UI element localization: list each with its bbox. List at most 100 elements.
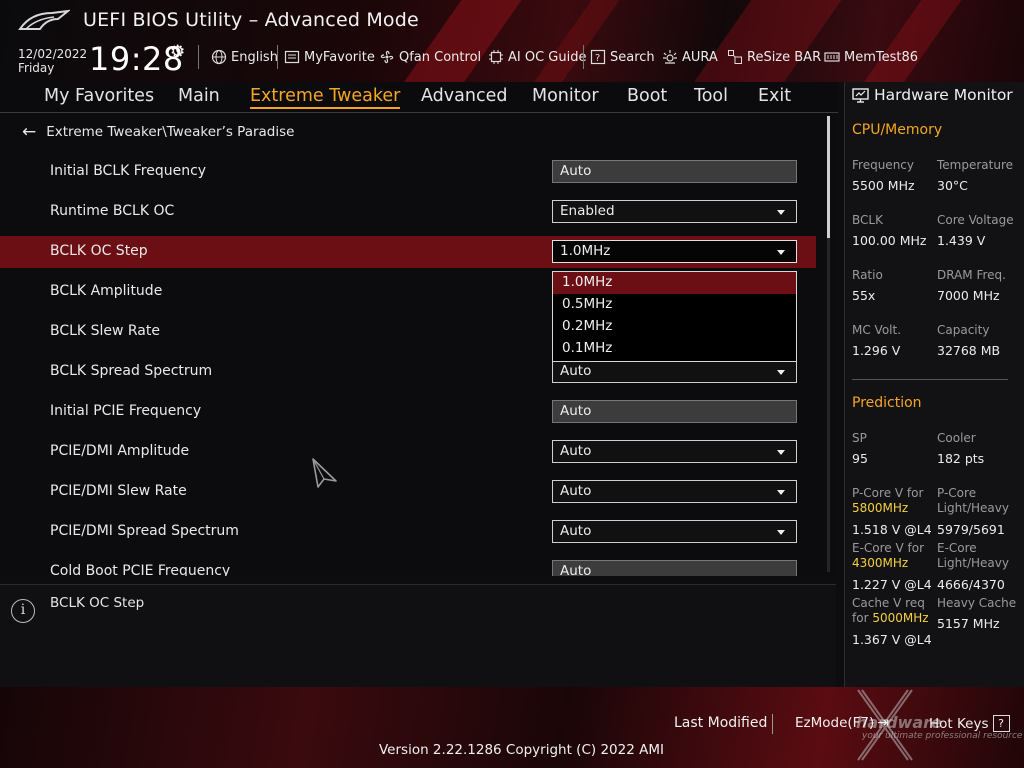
hw-value: 95 xyxy=(852,451,868,466)
resize-bar-label: ReSize BAR xyxy=(747,49,822,65)
memtest86-button[interactable]: MemTest86 xyxy=(824,48,918,66)
hw-value: 1.227 V @L4 xyxy=(852,577,932,592)
setting-dropdown[interactable]: Auto xyxy=(552,360,797,383)
dropdown-option[interactable]: 0.1MHz xyxy=(553,338,796,360)
scrollbar-thumb[interactable] xyxy=(827,116,830,238)
setting-label: BCLK OC Step xyxy=(50,243,148,259)
resize-bar-button[interactable]: ReSize BAR xyxy=(727,48,821,66)
hot-keys-button[interactable]: Hot Keys ? xyxy=(929,715,1010,732)
hw-value: 4666/4370 xyxy=(937,577,1005,592)
hw-label: Ratio xyxy=(852,268,883,282)
globe-icon xyxy=(211,49,227,65)
hardware-monitor-title: Hardware Monitor xyxy=(852,86,1013,104)
chevron-down-icon xyxy=(777,490,785,495)
setting-label: Runtime BCLK OC xyxy=(50,203,175,219)
search-button[interactable]: ? Search xyxy=(590,48,655,66)
myfavorite-button[interactable]: MyFavorite xyxy=(284,48,375,66)
aura-label: AURA xyxy=(682,49,718,65)
version-text: Version 2.22.1286 Copyright (C) 2022 AMI xyxy=(379,742,664,758)
tab-extreme-tweaker[interactable]: Extreme Tweaker xyxy=(250,86,401,109)
chevron-down-icon xyxy=(777,370,785,375)
setting-value-readonly: Auto xyxy=(552,560,797,576)
tab-boot[interactable]: Boot xyxy=(627,86,667,106)
exit-arrow-icon: ⇥ xyxy=(877,715,890,731)
qfan-control-button[interactable]: Qfan Control xyxy=(379,48,481,66)
dropdown-menu: 1.0MHz 0.5MHz 0.2MHz 0.1MHz xyxy=(552,271,797,362)
watermark-subtext: your ultimate professional resource xyxy=(862,731,1023,741)
main-tabs: My Favorites Main Extreme Tweaker Advanc… xyxy=(0,82,838,113)
setting-dropdown[interactable]: Auto xyxy=(552,520,797,543)
chevron-down-icon xyxy=(777,250,785,255)
chevron-down-icon xyxy=(777,210,785,215)
setting-row-bclk-oc-step[interactable]: BCLK OC Step 1.0MHz xyxy=(0,236,816,268)
setting-label: PCIE/DMI Amplitude xyxy=(50,443,190,459)
setting-label: Cold Boot PCIE Frequency xyxy=(50,563,231,576)
hw-label: DRAM Freq. xyxy=(937,268,1006,282)
memtest-icon xyxy=(824,52,840,62)
setting-row-pcie-dmi-slew-rate[interactable]: PCIE/DMI Slew Rate Auto xyxy=(0,476,816,508)
hw-label: E-Core V for 4300MHz xyxy=(852,541,925,570)
hw-value: 30°C xyxy=(937,178,968,193)
hw-label: Temperature xyxy=(937,158,1014,172)
hot-keys-label: Hot Keys xyxy=(929,715,989,732)
language-label: English xyxy=(231,49,278,65)
setting-row-pcie-dmi-spread-spectrum[interactable]: PCIE/DMI Spread Spectrum Auto xyxy=(0,516,816,548)
setting-dropdown[interactable]: Enabled xyxy=(552,200,797,223)
ai-oc-guide-button[interactable]: AI OC Guide xyxy=(488,48,586,66)
hw-label: BCLK xyxy=(852,213,883,227)
last-modified-button[interactable]: Last Modified xyxy=(674,715,767,731)
hw-value: 7000 MHz xyxy=(937,288,1000,303)
hw-value: 182 pts xyxy=(937,451,985,466)
date-text: 12/02/2022 xyxy=(18,47,88,61)
setting-row-initial-bclk-frequency: Initial BCLK Frequency Auto xyxy=(0,156,816,188)
rog-logo-icon xyxy=(18,9,70,30)
hw-value: 5157 MHz xyxy=(937,616,1000,631)
toolbar-divider xyxy=(277,45,278,69)
setting-label: BCLK Amplitude xyxy=(50,283,163,299)
hw-label: Heavy Cache xyxy=(937,596,1017,610)
setting-label: BCLK Spread Spectrum xyxy=(50,363,213,379)
setting-row-cold-boot-pcie-frequency: Cold Boot PCIE Frequency Auto xyxy=(0,556,816,576)
tab-main[interactable]: Main xyxy=(178,86,220,106)
setting-label: BCLK Slew Rate xyxy=(50,323,160,339)
dropdown-option[interactable]: 0.2MHz xyxy=(553,316,796,338)
chevron-down-icon xyxy=(777,450,785,455)
gear-icon[interactable]: ⚙ xyxy=(170,42,185,62)
setting-value-readonly: Auto xyxy=(552,400,797,423)
aura-button[interactable]: AURA xyxy=(662,48,718,66)
search-label: Search xyxy=(610,49,655,65)
setting-dropdown[interactable]: Auto xyxy=(552,480,797,503)
hardware-monitor-label: Hardware Monitor xyxy=(874,86,1013,104)
toolbar-divider xyxy=(198,45,199,69)
dropdown-option[interactable]: 1.0MHz xyxy=(553,272,796,294)
qfan-label: Qfan Control xyxy=(399,49,482,65)
fan-icon xyxy=(380,50,394,64)
tab-exit[interactable]: Exit xyxy=(758,86,791,106)
setting-row-runtime-bclk-oc[interactable]: Runtime BCLK OC Enabled xyxy=(0,196,816,228)
hw-value: 1.518 V @L4 xyxy=(852,522,932,537)
memtest86-label: MemTest86 xyxy=(844,49,919,65)
breadcrumb-text: Extreme Tweaker\Tweaker’s Paradise xyxy=(46,124,295,140)
help-text: BCLK OC Step xyxy=(50,595,145,611)
language-button[interactable]: English xyxy=(211,48,278,66)
setting-row-pcie-dmi-amplitude[interactable]: PCIE/DMI Amplitude Auto xyxy=(0,436,816,468)
breadcrumb: ← Extreme Tweaker\Tweaker’s Paradise xyxy=(22,124,295,141)
ez-mode-label: EzMode(F7) xyxy=(795,715,875,731)
date-display: 12/02/2022 Friday xyxy=(18,47,87,75)
tab-my-favorites[interactable]: My Favorites xyxy=(44,86,154,106)
tab-advanced[interactable]: Advanced xyxy=(421,86,507,106)
cpu-memory-heading: CPU/Memory xyxy=(852,122,943,138)
aura-icon xyxy=(663,50,677,64)
dropdown-option[interactable]: 0.5MHz xyxy=(553,294,796,316)
setting-label: Initial BCLK Frequency xyxy=(50,163,207,179)
tab-monitor[interactable]: Monitor xyxy=(532,86,599,106)
ai-oc-guide-label: AI OC Guide xyxy=(508,49,587,65)
help-key-icon: ? xyxy=(992,715,1010,732)
setting-dropdown[interactable]: 1.0MHz xyxy=(552,240,797,263)
setting-dropdown[interactable]: Auto xyxy=(552,440,797,463)
back-arrow-icon[interactable]: ← xyxy=(22,124,36,141)
tab-tool[interactable]: Tool xyxy=(694,86,728,106)
hw-value: 32768 MB xyxy=(937,343,1001,358)
prediction-heading: Prediction xyxy=(852,395,922,411)
ez-mode-button[interactable]: EzMode(F7) ⇥ xyxy=(795,715,889,731)
